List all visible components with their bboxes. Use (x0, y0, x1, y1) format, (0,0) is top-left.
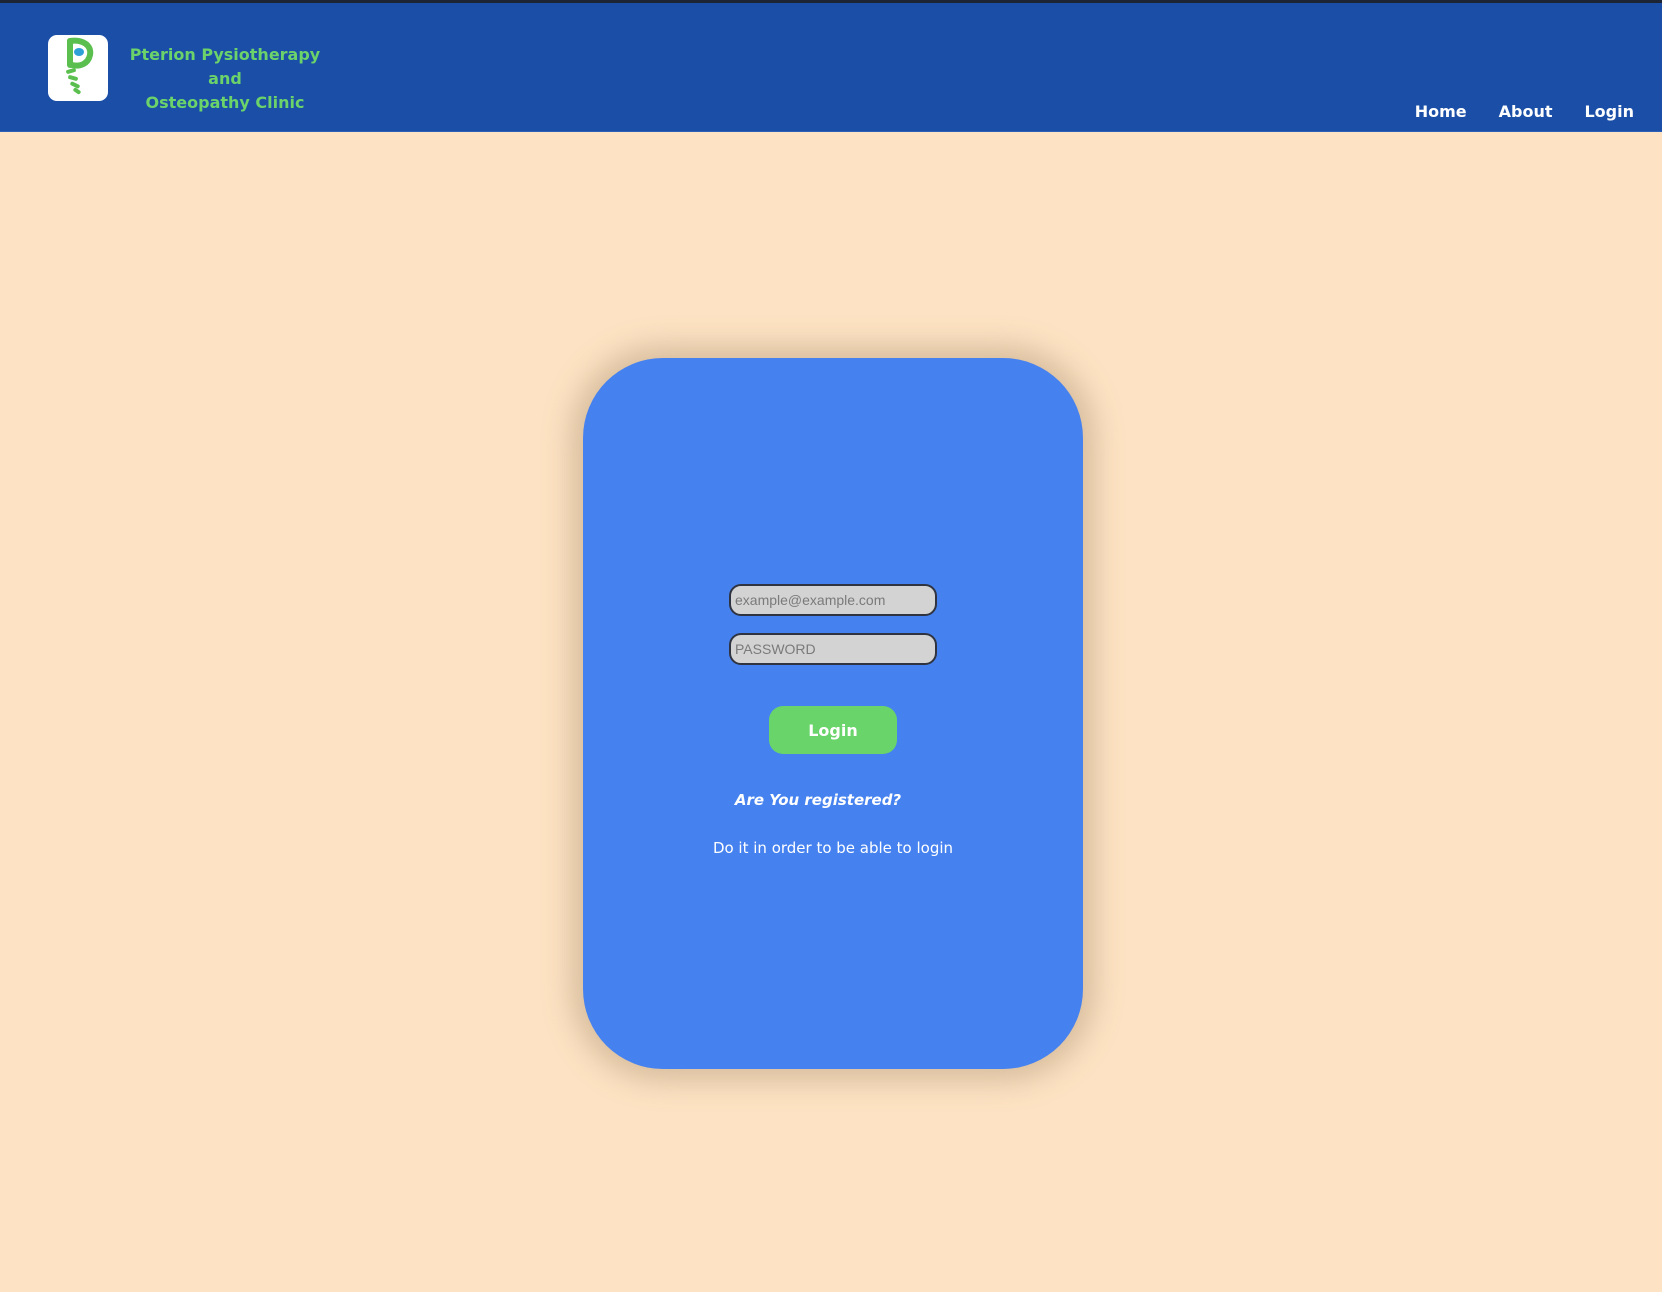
register-hint: Do it in order to be able to login (712, 839, 954, 857)
nav-home-link[interactable]: Home (1415, 102, 1467, 122)
login-button[interactable]: Login (769, 706, 897, 754)
clinic-logo[interactable] (48, 35, 108, 101)
nav-about-link[interactable]: About (1499, 102, 1553, 122)
clinic-name-line2: Osteopathy Clinic (145, 93, 305, 112)
clinic-name-line1: Pterion Pysiotherapy and (129, 45, 321, 88)
site-header: Pterion Pysiotherapy and Osteopathy Clin… (0, 3, 1662, 132)
email-input[interactable] (729, 584, 937, 616)
clinic-name: Pterion Pysiotherapy and Osteopathy Clin… (118, 43, 332, 115)
login-card: Login Are You registered? Do it in order… (583, 358, 1083, 1069)
spine-logo-icon (66, 37, 94, 95)
main-nav: Home About Login (1415, 102, 1634, 122)
password-input[interactable] (729, 633, 937, 665)
register-question: Are You registered? (734, 791, 902, 809)
nav-login-link[interactable]: Login (1584, 102, 1634, 122)
